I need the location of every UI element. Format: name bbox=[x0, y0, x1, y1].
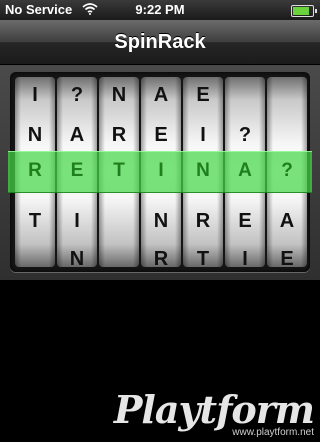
selected-letter-6: A bbox=[238, 160, 252, 181]
selected-letter-2: E bbox=[70, 160, 84, 181]
spin-rack: I N T ? A I N N R A E N R E I R T ? E I … bbox=[0, 65, 320, 280]
watermark-logo: Playtform bbox=[113, 387, 315, 432]
navigation-bar: SpinRack bbox=[0, 20, 320, 65]
status-bar: No Service 9:22 PM bbox=[0, 0, 320, 20]
battery-icon bbox=[291, 5, 317, 17]
watermark: Playtform www.playtform.net bbox=[113, 387, 315, 439]
page-title: SpinRack bbox=[114, 31, 206, 53]
battery-nub bbox=[315, 9, 317, 13]
clock: 9:22 PM bbox=[135, 2, 185, 17]
selected-letter-4: I bbox=[158, 160, 164, 181]
selected-letter-5: N bbox=[196, 160, 210, 181]
selected-letter-7: ? bbox=[281, 160, 293, 181]
selected-letter-3: T bbox=[113, 160, 125, 181]
selected-letter-1: R bbox=[28, 160, 42, 181]
battery-fill bbox=[293, 7, 309, 15]
